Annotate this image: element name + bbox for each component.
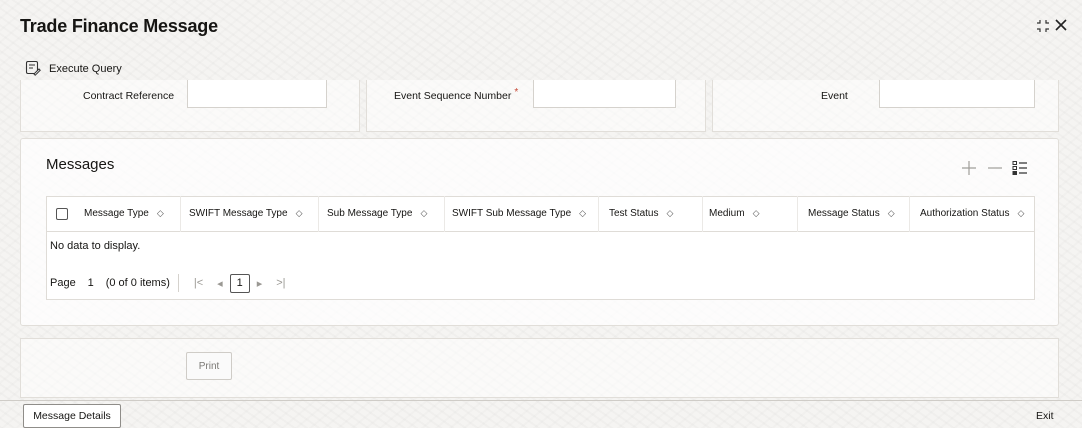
window-title: Trade Finance Message	[20, 16, 218, 36]
messages-title: Messages	[46, 156, 115, 173]
add-row-icon[interactable]	[961, 160, 977, 179]
column-separator	[444, 196, 445, 232]
first-page-icon[interactable]: |<	[194, 277, 203, 289]
pager-divider	[177, 274, 179, 292]
column-header-label: Message Type	[84, 208, 149, 219]
column-header-label: Authorization Status	[920, 208, 1010, 219]
execute-query-icon	[25, 60, 41, 79]
column-header-message-status[interactable]: Message Status ◇	[808, 208, 895, 219]
footer-divider	[0, 400, 1082, 401]
column-list-icon[interactable]	[1012, 160, 1028, 179]
column-header-swift-message-type[interactable]: SWIFT Message Type ◇	[189, 208, 302, 219]
event-label: Event	[821, 90, 848, 102]
empty-table-message: No data to display.	[50, 240, 141, 252]
page-label: Page	[50, 277, 76, 289]
sort-icon[interactable]: ◇	[157, 208, 164, 219]
next-page-icon[interactable]: ▸	[257, 277, 263, 290]
event-sequence-input[interactable]	[533, 80, 676, 108]
sort-icon[interactable]: ◇	[579, 208, 586, 219]
column-header-label: SWIFT Message Type	[189, 208, 288, 219]
column-separator	[909, 196, 910, 232]
contract-reference-label: Contract Reference	[83, 90, 175, 102]
sort-icon[interactable]: ◇	[666, 208, 673, 219]
event-input[interactable]	[879, 80, 1035, 108]
column-header-sub-message-type[interactable]: Sub Message Type ◇	[327, 208, 427, 219]
last-page-icon[interactable]: >|	[276, 277, 285, 289]
exit-button[interactable]: Exit	[1036, 410, 1054, 422]
required-marker: *	[514, 87, 519, 98]
column-header-swift-sub-message-type[interactable]: SWIFT Sub Message Type ◇	[452, 208, 586, 219]
sort-icon[interactable]: ◇	[296, 208, 303, 219]
print-button[interactable]: Print	[186, 352, 232, 380]
event-sequence-label: Event Sequence Number *	[394, 87, 519, 102]
column-header-test-status[interactable]: Test Status ◇	[609, 208, 673, 219]
select-all-checkbox[interactable]	[56, 208, 68, 220]
column-header-label: Sub Message Type	[327, 208, 413, 219]
column-header-label: SWIFT Sub Message Type	[452, 208, 572, 219]
sort-icon[interactable]: ◇	[1018, 208, 1025, 219]
column-header-label: Test Status	[609, 208, 659, 219]
column-header-label: Message Status	[808, 208, 880, 219]
column-separator	[797, 196, 798, 232]
page-input[interactable]: 1	[76, 277, 106, 289]
event-sequence-label-text: Event Sequence Number	[394, 90, 512, 102]
execute-query-label: Execute Query	[49, 63, 122, 75]
column-separator	[318, 196, 319, 232]
sort-icon[interactable]: ◇	[888, 208, 895, 219]
current-page-button[interactable]: 1	[229, 273, 250, 293]
previous-page-icon[interactable]: ◂	[217, 277, 223, 290]
sort-icon[interactable]: ◇	[420, 208, 427, 219]
message-details-button[interactable]: Message Details	[23, 404, 121, 428]
sort-icon[interactable]: ◇	[753, 208, 760, 219]
collapse-icon[interactable]	[1036, 19, 1050, 33]
column-header-authorization-status[interactable]: Authorization Status ◇	[920, 208, 1024, 219]
execute-query-button[interactable]: Execute Query	[25, 60, 122, 78]
close-icon[interactable]	[1054, 14, 1068, 37]
contract-reference-input[interactable]	[187, 80, 327, 108]
pagination: Page 1 (0 of 0 items) |< ◂ 1 ▸ >|	[50, 272, 293, 294]
column-separator	[702, 196, 703, 232]
column-separator	[180, 196, 181, 232]
column-separator	[598, 196, 599, 232]
column-header-label: Medium	[709, 208, 745, 219]
remove-row-icon[interactable]	[987, 160, 1003, 179]
items-count: (0 of 0 items)	[105, 277, 170, 289]
column-header-message-type[interactable]: Message Type ◇	[84, 208, 164, 219]
column-header-medium[interactable]: Medium ◇	[709, 208, 760, 219]
print-panel	[20, 338, 1059, 398]
